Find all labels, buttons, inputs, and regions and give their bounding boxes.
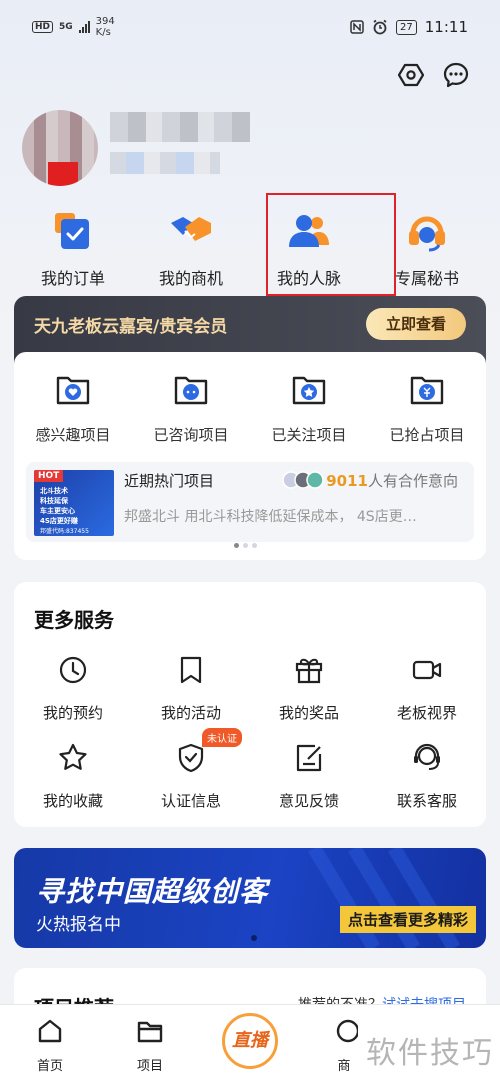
service-prizes[interactable]: 我的奖品 (250, 654, 368, 723)
thumb-line: 邦盛代码:837455 (40, 528, 89, 535)
chat-folder-icon (174, 376, 208, 405)
service-appointments[interactable]: 我的预约 (14, 654, 132, 723)
feedback-edit-icon (296, 744, 322, 772)
avatar[interactable] (22, 110, 98, 186)
cooperation-count: 9011人有合作意向 (326, 470, 458, 491)
project-label: 已关注项目 (271, 426, 347, 444)
quick-action-label: 我的订单 (40, 269, 105, 288)
order-icon (55, 213, 89, 249)
battery-indicator: 27 (396, 19, 417, 35)
thumb-line: 4S店更好赚 (40, 517, 78, 525)
project-followed[interactable]: 已关注项目 (250, 370, 368, 445)
alarm-icon (373, 19, 387, 35)
project-claimed[interactable]: 已抢占项目 (368, 370, 486, 445)
project-consulted[interactable]: 已咨询项目 (132, 370, 250, 445)
bookmark-icon (180, 656, 202, 684)
quick-action-orders[interactable]: 我的订单 (14, 205, 132, 289)
nav-home[interactable]: 首页 (20, 1017, 80, 1074)
heart-folder-icon (56, 376, 90, 405)
project-label: 感兴趣项目 (35, 426, 111, 444)
folder-icon (137, 1021, 163, 1043)
service-label: 我的预约 (42, 704, 103, 722)
service-boss-vision[interactable]: 老板视界 (368, 654, 486, 723)
headset-icon (409, 216, 445, 252)
nav-label: 商 (337, 1059, 351, 1074)
service-customer-support[interactable]: 联系客服 (368, 742, 486, 811)
project-label: 已抢占项目 (389, 426, 465, 444)
service-label: 认证信息 (160, 792, 221, 810)
network-speed: 394 K/s (96, 16, 115, 38)
service-label: 我的收藏 (42, 792, 103, 810)
quick-action-label: 我的商机 (158, 269, 223, 288)
project-interested[interactable]: 感兴趣项目 (14, 370, 132, 445)
handshake-icon (171, 217, 211, 241)
hot-projects-banner[interactable]: HOT 北斗技术 科技延保 车主更安心 4S店更好赚 邦盛代码:837455 近… (26, 462, 474, 542)
count-number: 9011 (326, 472, 368, 490)
nav-label: 首页 (36, 1059, 63, 1074)
star-folder-icon (292, 376, 326, 405)
count-suffix: 人有合作意向 (367, 472, 458, 490)
thumb-line: 北斗技术 (40, 487, 68, 495)
project-card: 感兴趣项目 已咨询项目 已关注项目 已抢占项目 HOT 北斗技术 科技延保 车主… (14, 352, 486, 560)
hot-description: 邦盛北斗 用北斗科技降低延保成本， 4S店更… (124, 509, 417, 525)
highlight-box (266, 193, 396, 296)
watermark-text: 软件技巧 (366, 1036, 494, 1071)
more-services-card: 更多服务 我的预约 我的活动 我的奖品 老板视界 我的收藏 未认证 认证信息 意… (14, 582, 486, 827)
speed-unit: K/s (95, 27, 111, 38)
video-camera-icon (412, 660, 442, 680)
service-activities[interactable]: 我的活动 (132, 654, 250, 723)
nav-live-button[interactable]: 直播 (222, 1013, 278, 1069)
signal-icon (78, 21, 90, 33)
yuan-folder-icon (410, 376, 444, 405)
more-services-title: 更多服务 (34, 608, 114, 632)
nav-label: 项目 (136, 1059, 163, 1074)
status-left: HD 5G 394 K/s (32, 16, 115, 38)
user-avatars-icon (282, 471, 324, 489)
unverified-badge: 未认证 (202, 728, 242, 747)
promo-banner[interactable]: 寻找中国超级创客 火热报名中 点击查看更多精彩 (14, 848, 486, 948)
hot-tag: HOT (34, 470, 64, 482)
carousel-dots (234, 543, 257, 548)
hd-indicator: HD (32, 21, 54, 33)
user-name-blurred (110, 112, 250, 142)
vip-view-button[interactable]: 立即查看 (366, 308, 466, 340)
status-bar: HD 5G 394 K/s 27 11:11 (0, 0, 500, 56)
service-label: 我的奖品 (278, 704, 339, 722)
service-label: 联系客服 (396, 792, 457, 810)
nfc-icon (350, 20, 364, 34)
quick-action-business[interactable]: 我的商机 (132, 205, 250, 289)
vip-title: 天九老板云嘉宾/贵宾会员 (34, 317, 228, 337)
banner-cta-button[interactable]: 点击查看更多精彩 (339, 906, 476, 933)
service-label: 意见反馈 (278, 792, 339, 810)
home-icon (38, 1019, 62, 1043)
thumb-line: 科技延保 (40, 497, 68, 505)
business-icon (336, 1019, 360, 1043)
project-label: 已咨询项目 (153, 426, 229, 444)
service-label: 老板视界 (396, 704, 457, 722)
service-label: 我的活动 (160, 704, 221, 722)
service-certification[interactable]: 未认证 认证信息 (132, 728, 250, 811)
nav-business[interactable]: 商 (314, 1017, 374, 1074)
clock-time: 11:11 (424, 18, 468, 36)
banner-subtitle: 火热报名中 (36, 915, 121, 935)
network-type: 5G (59, 22, 73, 32)
gift-icon (295, 658, 323, 684)
service-feedback[interactable]: 意见反馈 (250, 742, 368, 811)
star-icon (59, 743, 87, 770)
message-bubble-icon[interactable] (443, 62, 469, 88)
hot-title: 近期热门项目 (124, 472, 215, 490)
clock-icon (59, 656, 87, 684)
thumb-line: 车主更安心 (40, 507, 75, 515)
settings-hexagon-icon[interactable] (398, 62, 424, 88)
service-favorites[interactable]: 我的收藏 (14, 742, 132, 811)
customer-service-icon (414, 743, 440, 770)
hot-project-thumbnail: HOT 北斗技术 科技延保 车主更安心 4S店更好赚 邦盛代码:837455 (34, 470, 114, 536)
speed-value: 394 (95, 16, 115, 27)
user-id-blurred (110, 152, 220, 174)
status-right: 27 11:11 (350, 18, 468, 36)
quick-actions: 我的订单 我的商机 我的人脉 专属秘书 (0, 205, 500, 290)
banner-title: 寻找中国超级创客 (36, 875, 269, 908)
nav-projects[interactable]: 项目 (120, 1017, 180, 1074)
